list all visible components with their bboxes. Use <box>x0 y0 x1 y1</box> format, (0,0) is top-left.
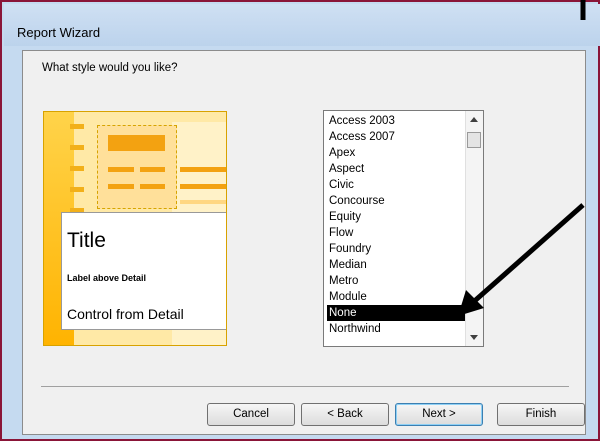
style-option[interactable]: Civic <box>327 177 465 193</box>
back-button[interactable]: < Back <box>301 403 389 426</box>
style-option[interactable]: Median <box>327 257 465 273</box>
style-option[interactable]: Access 2007 <box>327 129 465 145</box>
preview-label-card: Title Label above Detail Control from De… <box>61 212 226 330</box>
style-option[interactable]: Apex <box>327 145 465 161</box>
scroll-up-icon[interactable] <box>470 117 478 122</box>
style-option-selected[interactable]: None <box>327 305 465 321</box>
style-question: What style would you like? <box>42 62 178 74</box>
scroll-down-icon[interactable] <box>470 335 478 340</box>
style-option[interactable]: Aspect <box>327 161 465 177</box>
button-divider <box>41 386 569 387</box>
preview-label: Label above Detail <box>67 273 147 283</box>
window-frame: Report Wizard What style would you like? <box>0 0 600 441</box>
title-bar: Report Wizard <box>4 4 600 46</box>
preview-header-bar <box>108 135 165 151</box>
preview-dash <box>70 166 84 171</box>
style-option[interactable]: Access 2003 <box>327 113 465 129</box>
style-option[interactable]: Concourse <box>327 193 465 209</box>
style-option[interactable]: Flow <box>327 225 465 241</box>
scroll-thumb[interactable] <box>467 132 481 148</box>
preview-dash <box>70 124 84 129</box>
style-preview: Title Label above Detail Control from De… <box>43 111 227 346</box>
preview-sub-bar <box>108 167 134 172</box>
next-button[interactable]: Next > <box>395 403 483 426</box>
cancel-button[interactable]: Cancel <box>207 403 295 426</box>
preview-sub-bar <box>180 184 226 189</box>
finish-button[interactable]: Finish <box>497 403 585 426</box>
preview-sub-bar <box>180 167 226 172</box>
style-option[interactable]: Module <box>327 289 465 305</box>
style-option[interactable]: Equity <box>327 209 465 225</box>
preview-sub-bar <box>140 167 165 172</box>
vertical-scrollbar[interactable] <box>465 111 483 346</box>
preview-dash <box>70 187 84 192</box>
preview-title: Title <box>67 229 106 252</box>
preview-row <box>180 200 226 204</box>
style-option[interactable]: Foundry <box>327 241 465 257</box>
preview-dash <box>70 145 84 150</box>
style-option[interactable]: Metro <box>327 273 465 289</box>
style-option[interactable]: Northwind <box>327 321 465 337</box>
preview-sub-bar <box>108 184 134 189</box>
window-title: Report Wizard <box>17 25 101 40</box>
wizard-panel: What style would you like? Title Label a… <box>22 50 586 435</box>
preview-control: Control from Detail <box>67 306 184 322</box>
style-listbox[interactable]: Access 2003 Access 2007 Apex Aspect Civi… <box>323 110 484 347</box>
preview-sub-bar <box>140 184 165 189</box>
